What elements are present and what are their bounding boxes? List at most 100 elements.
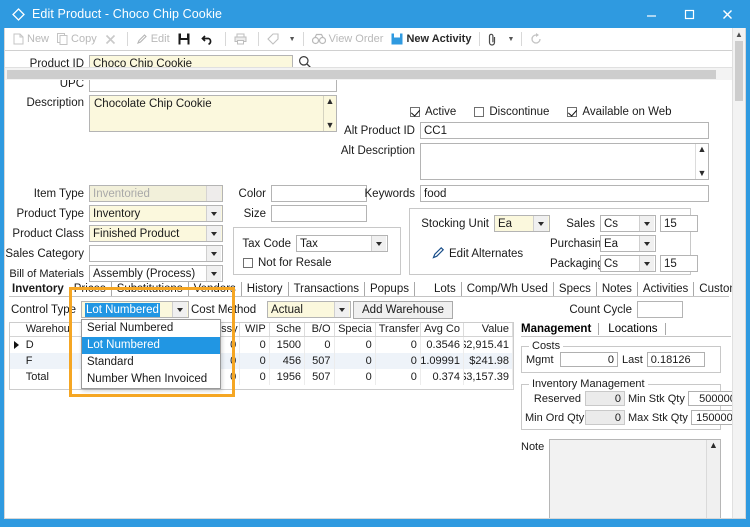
tab-inventory[interactable]: Inventory xyxy=(9,282,69,296)
sales-unit-combo[interactable]: Cs xyxy=(600,215,656,232)
column-header-avg-cost[interactable]: Avg Co xyxy=(421,323,464,336)
cost-method-combo[interactable]: Actual xyxy=(267,301,351,318)
toolbar-delete-button[interactable] xyxy=(101,29,123,49)
close-button[interactable] xyxy=(708,0,746,28)
not-for-resale-checkbox[interactable]: Not for Resale xyxy=(243,257,332,269)
scroll-up-icon[interactable]: ▲ xyxy=(326,97,335,106)
tab-transactions[interactable]: Transactions xyxy=(289,282,365,296)
control-type-combo[interactable]: Lot Numbered xyxy=(81,301,189,318)
alt-description-input[interactable]: ▲ ▼ xyxy=(420,143,709,180)
scroll-up-icon[interactable]: ▲ xyxy=(698,145,707,154)
attachment-dropdown-caret-icon[interactable]: ▼ xyxy=(504,36,517,43)
toolbar-print-button[interactable] xyxy=(230,29,254,49)
size-input[interactable] xyxy=(271,205,367,222)
toolbar-refresh-button[interactable] xyxy=(526,29,549,49)
tab-locations[interactable]: Locations xyxy=(603,322,662,336)
tab-activities[interactable]: Activities xyxy=(638,282,695,296)
tax-code-combo[interactable]: Tax xyxy=(296,235,388,252)
tab-substitutions[interactable]: Substitutions xyxy=(112,282,189,296)
minimize-button[interactable] xyxy=(632,0,670,28)
last-cost-input[interactable]: 0.18126 xyxy=(646,352,705,367)
column-header-special[interactable]: Specia xyxy=(335,323,376,336)
tab-comp-wh-used[interactable]: Comp/Wh Used xyxy=(462,282,554,296)
chevron-down-icon[interactable] xyxy=(371,236,386,251)
toolbar-new-button[interactable]: New xyxy=(9,29,53,49)
note-scrollbar[interactable]: ▲ ▼ xyxy=(706,440,720,518)
count-cycle-input[interactable] xyxy=(637,301,683,318)
tag-dropdown-caret-icon[interactable]: ▼ xyxy=(286,36,299,43)
tab-vendors[interactable]: Vendors xyxy=(189,282,242,296)
toolbar-new-activity-button[interactable]: New Activity xyxy=(387,29,475,49)
chevron-down-icon[interactable] xyxy=(334,302,349,317)
active-checkbox[interactable]: Active xyxy=(410,106,456,118)
dropdown-option-serial-numbered[interactable]: Serial Numbered xyxy=(82,320,220,337)
product-class-combo[interactable]: Finished Product xyxy=(89,225,223,242)
tab-popups[interactable]: Popups xyxy=(365,282,415,296)
keywords-input[interactable]: food xyxy=(420,185,709,202)
toolbar-edit-button[interactable]: Edit xyxy=(132,29,174,49)
product-type-combo[interactable]: Inventory xyxy=(89,205,223,222)
chevron-down-icon[interactable] xyxy=(206,266,221,281)
tab-management[interactable]: Management xyxy=(521,322,596,336)
toolbar-undo-button[interactable] xyxy=(197,29,221,49)
scrollbar-thumb[interactable] xyxy=(735,41,743,101)
tab-notes[interactable]: Notes xyxy=(597,282,638,296)
add-warehouse-button[interactable]: Add Warehouse xyxy=(353,301,454,319)
scroll-down-icon[interactable]: ▼ xyxy=(698,169,707,178)
chevron-down-icon[interactable] xyxy=(206,206,221,221)
available-on-web-checkbox[interactable]: Available on Web xyxy=(567,106,672,118)
chevron-down-icon[interactable] xyxy=(639,216,654,231)
dropdown-option-standard[interactable]: Standard xyxy=(82,354,220,371)
tab-lots[interactable]: Lots xyxy=(429,282,462,296)
toolbar-attachment-button[interactable] xyxy=(484,29,504,49)
column-header-warehouse[interactable]: Warehou xyxy=(23,323,72,336)
column-header-transfer[interactable]: Transfer xyxy=(376,323,421,336)
units-group: Stocking Unit Ea Edit Alternates Sales C… xyxy=(409,208,698,275)
form-horizontal-scrollbar[interactable] xyxy=(5,67,732,80)
column-header-wip[interactable]: WIP xyxy=(240,323,270,336)
column-header-bo[interactable]: B/O xyxy=(305,323,335,336)
alt-description-scrollbar[interactable]: ▲ ▼ xyxy=(695,144,708,179)
discontinue-checkbox[interactable]: Discontinue xyxy=(474,106,549,118)
column-header-sche[interactable]: Sche xyxy=(270,323,306,336)
chevron-down-icon[interactable] xyxy=(639,236,654,251)
chevron-down-icon[interactable] xyxy=(206,246,221,261)
sales-qty-input[interactable]: 15 xyxy=(660,215,698,232)
min-ord-qty-input: 0 xyxy=(585,410,625,425)
toolbar-view-order-button[interactable]: View Order xyxy=(308,29,388,49)
chevron-down-icon[interactable] xyxy=(533,216,548,231)
toolbar-copy-button[interactable]: Copy xyxy=(53,29,101,49)
tab-prices[interactable]: Prices xyxy=(69,282,112,296)
maximize-button[interactable] xyxy=(670,0,708,28)
scroll-up-icon[interactable]: ▲ xyxy=(709,441,718,450)
control-type-dropdown-list[interactable]: Serial Numbered Lot Numbered Standard Nu… xyxy=(81,319,221,389)
item-type-combo[interactable]: Inventoried xyxy=(89,185,223,202)
chevron-down-icon[interactable] xyxy=(206,226,221,241)
tab-history[interactable]: History xyxy=(242,282,289,296)
tab-specs[interactable]: Specs xyxy=(554,282,597,296)
chevron-down-icon[interactable] xyxy=(172,302,187,317)
stocking-unit-combo[interactable]: Ea xyxy=(494,215,550,232)
dropdown-option-number-when-invoiced[interactable]: Number When Invoiced xyxy=(82,371,220,388)
description-input[interactable]: Chocolate Chip Cookie ▲ ▼ xyxy=(89,95,337,132)
column-header-value[interactable]: Value xyxy=(464,323,514,336)
edit-alternates-button[interactable]: Edit Alternates xyxy=(432,246,523,262)
toolbar-save-button[interactable] xyxy=(174,29,197,49)
form-vertical-scrollbar[interactable]: ▲ ▼ xyxy=(732,28,745,518)
tab-alt-ids[interactable]: Alt IDs xyxy=(745,282,746,296)
scroll-up-icon[interactable]: ▲ xyxy=(733,28,745,41)
bill-of-materials-combo[interactable]: Assembly (Process) xyxy=(89,265,223,282)
chevron-down-icon[interactable] xyxy=(206,186,221,201)
chevron-down-icon[interactable] xyxy=(639,256,654,271)
sales-category-combo[interactable] xyxy=(89,245,223,262)
note-input[interactable]: ▲ ▼ xyxy=(549,439,721,518)
packaging-unit-combo[interactable]: Cs xyxy=(600,255,656,272)
scroll-down-icon[interactable]: ▼ xyxy=(326,121,335,130)
scrollbar-thumb[interactable] xyxy=(7,70,716,79)
alt-product-id-input[interactable]: CC1 xyxy=(420,122,709,139)
toolbar-tag-button[interactable] xyxy=(263,29,286,49)
purchasing-unit-combo[interactable]: Ea xyxy=(600,235,656,252)
packaging-qty-input[interactable]: 15 xyxy=(660,255,698,272)
dropdown-option-lot-numbered[interactable]: Lot Numbered xyxy=(82,337,220,354)
mgmt-cost-input[interactable]: 0 xyxy=(560,352,618,367)
